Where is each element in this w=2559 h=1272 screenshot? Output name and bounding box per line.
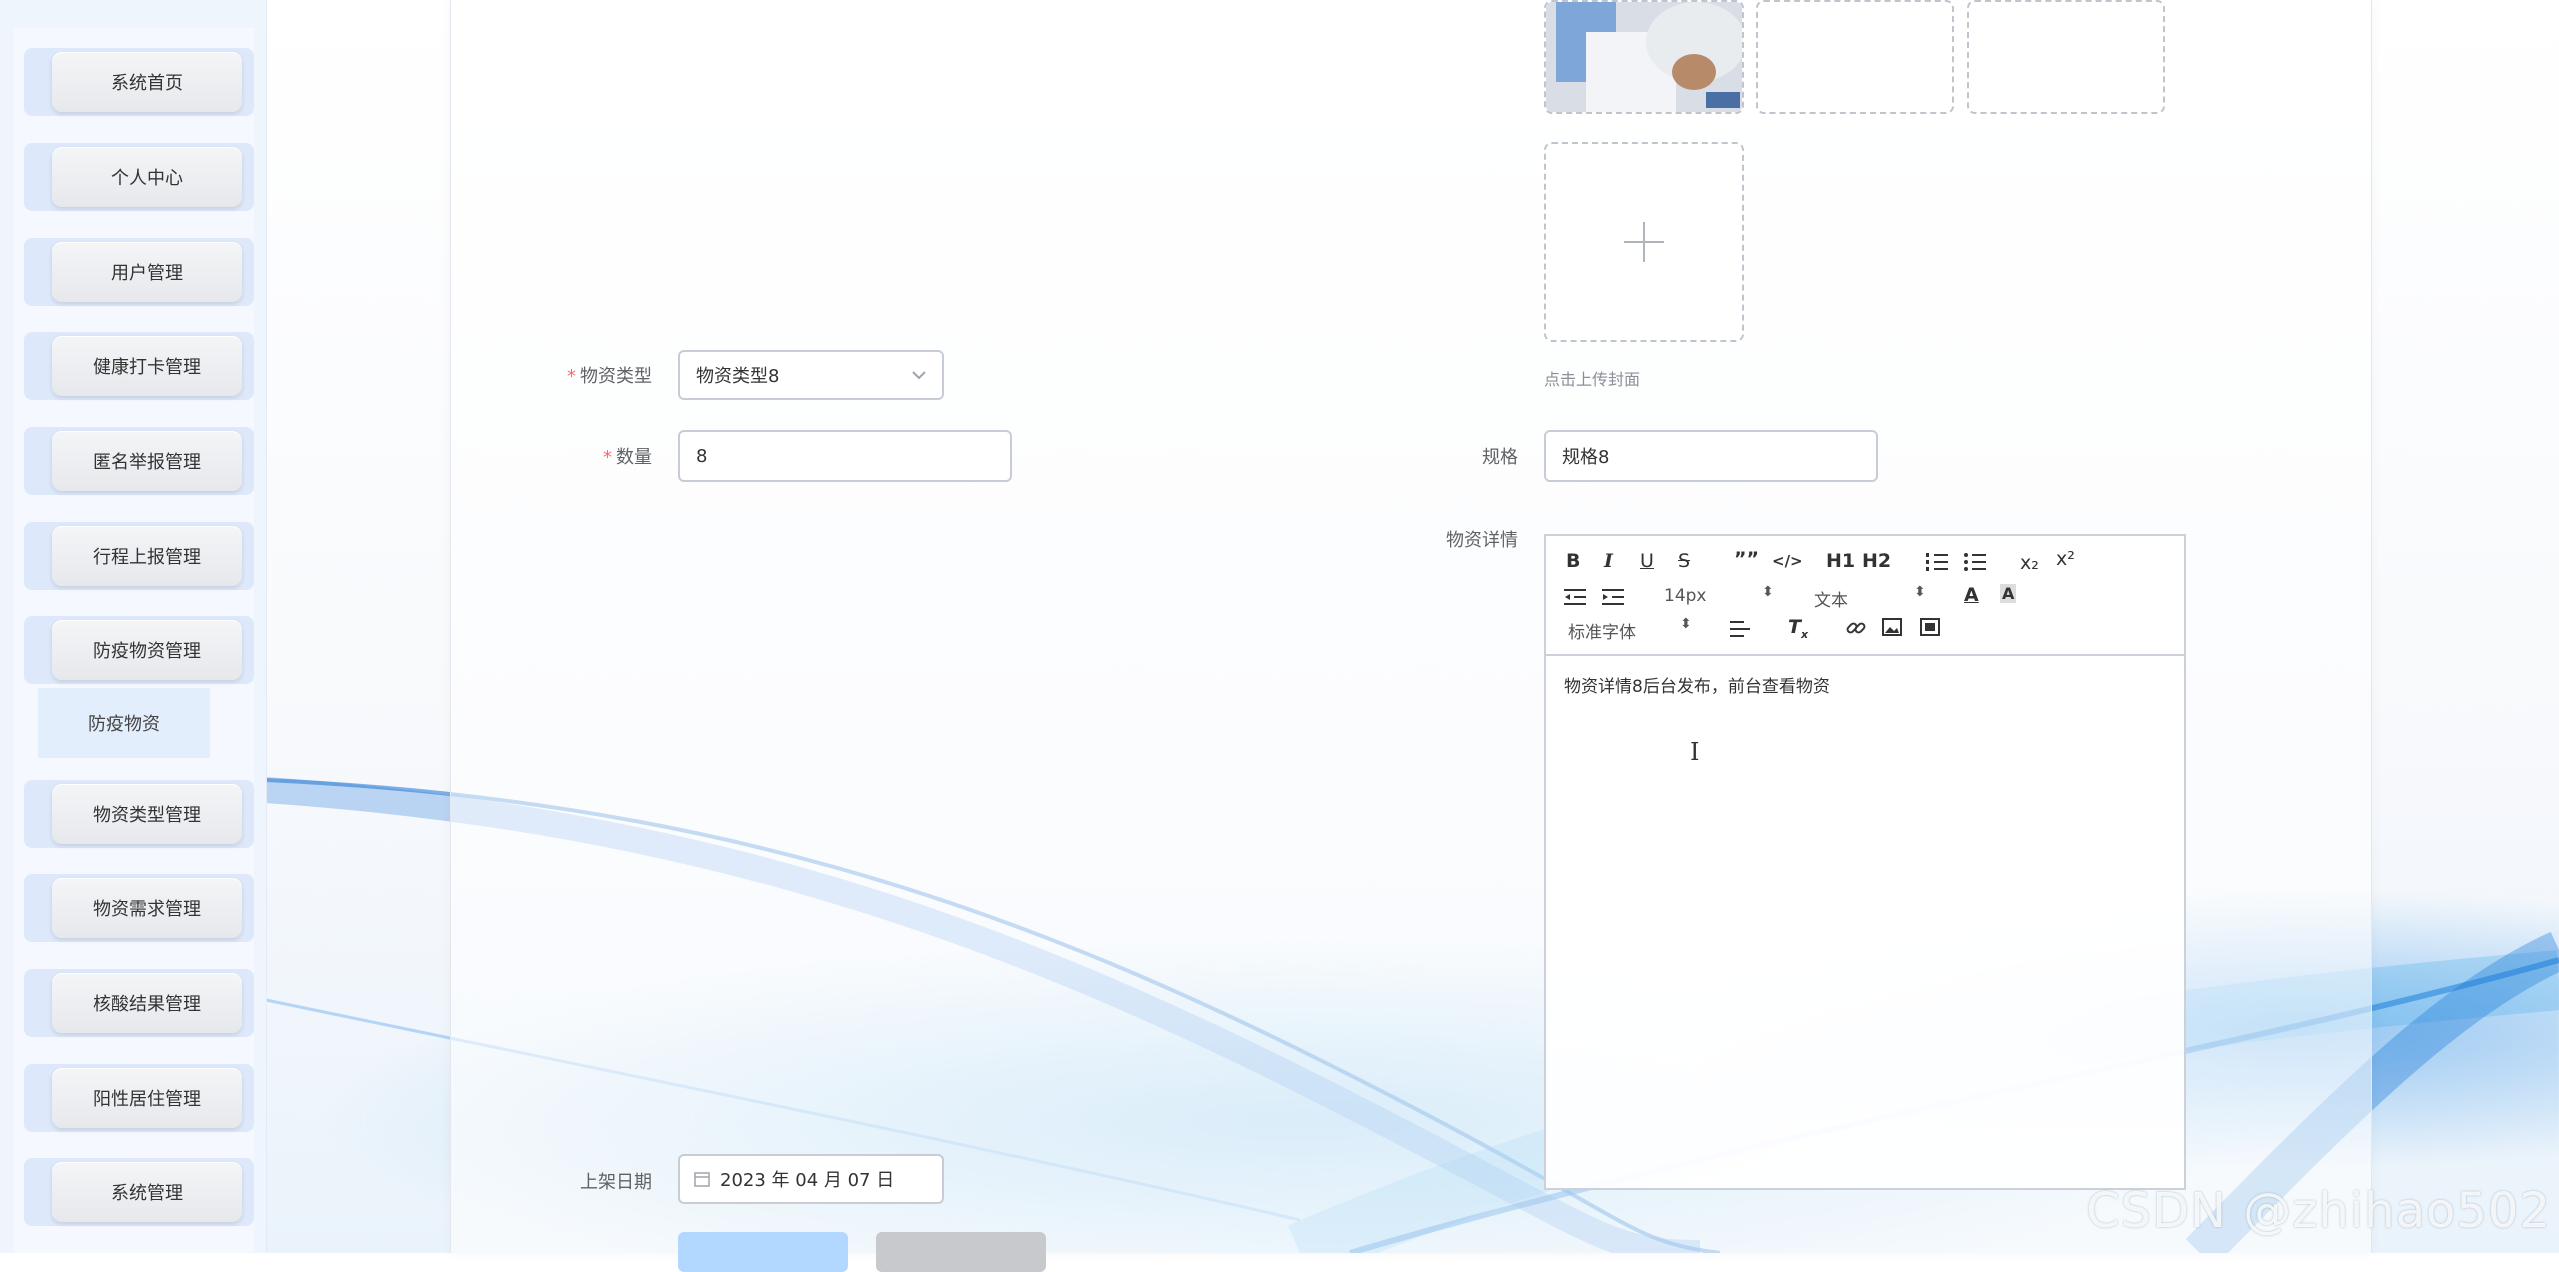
superscript-icon[interactable]: x² [2056,548,2075,570]
block-type-select[interactable]: 文本 [1814,586,1848,611]
cancel-button[interactable] [876,1232,1046,1272]
sidebar-item-label[interactable]: 行程上报管理 [52,526,242,586]
font-size-select[interactable]: 14px [1664,586,1706,606]
sidebar-item-label[interactable]: 物资需求管理 [52,878,242,938]
chevron-down-icon [912,371,926,380]
subscript-icon[interactable]: x₂ [2020,552,2039,574]
quantity-label: * 数量 [540,443,652,469]
calendar-icon [694,1172,710,1187]
required-mark: * [603,447,612,468]
sidebar-item-label[interactable]: 阳性居住管理 [52,1068,242,1128]
ordered-list-icon[interactable] [1926,552,1948,572]
font-family-select[interactable]: 标准字体 [1568,618,1636,643]
clear-format-icon[interactable]: Tx [1788,616,1808,641]
background-color-icon[interactable]: A [2000,584,2017,603]
sidebar-item-anonymous-report[interactable]: 匿名举报管理 [24,427,254,495]
sidebar-item-label[interactable]: 系统首页 [52,52,242,112]
sort-arrows-icon: ⬍ [1914,584,1926,600]
cover-upload-button[interactable] [1544,142,1744,342]
spec-label: 规格 [1482,447,1518,468]
cover-upload-slot[interactable] [1756,0,1954,114]
indent-icon[interactable] [1602,588,1624,606]
sidebar-item-label[interactable]: 健康打卡管理 [52,336,242,396]
sidebar-item-nucleic-results[interactable]: 核酸结果管理 [24,969,254,1037]
code-block-icon[interactable]: </> [1772,552,1803,570]
submit-button[interactable] [678,1232,848,1272]
sidebar-item-label[interactable]: 物资类型管理 [52,784,242,844]
cover-upload-hint: 点击上传封面 [1544,370,1641,389]
bullet-list-icon[interactable] [1964,552,1986,572]
heading2-icon[interactable]: H2 [1862,550,1891,572]
sidebar-item-health-checkin[interactable]: 健康打卡管理 [24,332,254,400]
sidebar-item-label[interactable]: 防疫物资管理 [52,620,242,680]
type-select-value: 物资类型8 [696,366,780,387]
watermark: CSDN @zhihao502 [2086,1183,2551,1239]
italic-icon[interactable]: I [1604,550,1613,572]
font-color-icon[interactable]: A [1964,584,1979,606]
sidebar-item-label[interactable]: 系统管理 [52,1162,242,1222]
bold-icon[interactable]: B [1566,550,1580,572]
editor-toolbar: B I U S ”” </> H1 H2 x₂ x² 14px ⬍ 文本 ⬍ A… [1546,536,2184,656]
heading1-icon[interactable]: H1 [1826,550,1855,572]
cover-image-thumbnail[interactable] [1544,0,1744,114]
sidebar-subitem-supplies[interactable]: 防疫物资 [38,688,210,758]
quantity-label-text: 数量 [616,447,652,468]
date-value: 2023 年 04 月 07 日 [720,1170,895,1191]
video-icon[interactable] [1920,618,1940,636]
sidebar-item-supply-demand[interactable]: 物资需求管理 [24,874,254,942]
align-icon[interactable] [1730,620,1750,638]
sidebar-item-personal-center[interactable]: 个人中心 [24,143,254,211]
sidebar-item-supplies[interactable]: 防疫物资管理 [24,616,254,684]
sidebar-item-label[interactable]: 用户管理 [52,242,242,302]
required-mark: * [567,366,576,387]
sidebar-menu: 系统首页 个人中心 用户管理 健康打卡管理 匿名举报管理 行程上报管理 防疫物资… [14,28,254,1253]
sort-arrows-icon: ⬍ [1680,616,1692,632]
quantity-input[interactable]: 8 [678,430,1012,482]
link-icon[interactable] [1846,618,1866,638]
plus-icon [1624,222,1664,262]
image-icon[interactable] [1882,618,1902,636]
type-select[interactable]: 物资类型8 [678,350,944,400]
cover-photo [1546,2,1742,112]
sidebar-item-system[interactable]: 系统管理 [24,1158,254,1226]
spec-input[interactable]: 规格8 [1544,430,1878,482]
sidebar-item-label[interactable]: 个人中心 [52,147,242,207]
date-label: 上架日期 [580,1172,652,1193]
strikethrough-icon[interactable]: S [1678,550,1690,572]
sidebar: 系统首页 个人中心 用户管理 健康打卡管理 匿名举报管理 行程上报管理 防疫物资… [0,0,267,1253]
sort-arrows-icon: ⬍ [1762,584,1774,600]
type-label-text: 物资类型 [580,366,652,387]
cover-upload-slot[interactable] [1967,0,2165,114]
sidebar-item-trip-report[interactable]: 行程上报管理 [24,522,254,590]
blockquote-icon[interactable]: ”” [1734,548,1759,570]
sidebar-item-supply-types[interactable]: 物资类型管理 [24,780,254,848]
date-picker[interactable]: 2023 年 04 月 07 日 [678,1154,944,1204]
sidebar-item-home[interactable]: 系统首页 [24,48,254,116]
editor-content[interactable]: 物资详情8后台发布，前台查看物资 [1546,656,2184,713]
outdent-icon[interactable] [1564,588,1586,606]
rich-text-editor[interactable]: B I U S ”” </> H1 H2 x₂ x² 14px ⬍ 文本 ⬍ A… [1544,534,2186,1190]
underline-icon[interactable]: U [1640,550,1654,572]
type-label: * 物资类型 [540,362,652,388]
detail-label: 物资详情 [1446,530,1518,551]
sidebar-item-positive-residence[interactable]: 阳性居住管理 [24,1064,254,1132]
text-cursor-icon: I [1690,738,1700,766]
sidebar-item-label[interactable]: 匿名举报管理 [52,431,242,491]
sidebar-item-label[interactable]: 核酸结果管理 [52,973,242,1033]
sidebar-item-users[interactable]: 用户管理 [24,238,254,306]
